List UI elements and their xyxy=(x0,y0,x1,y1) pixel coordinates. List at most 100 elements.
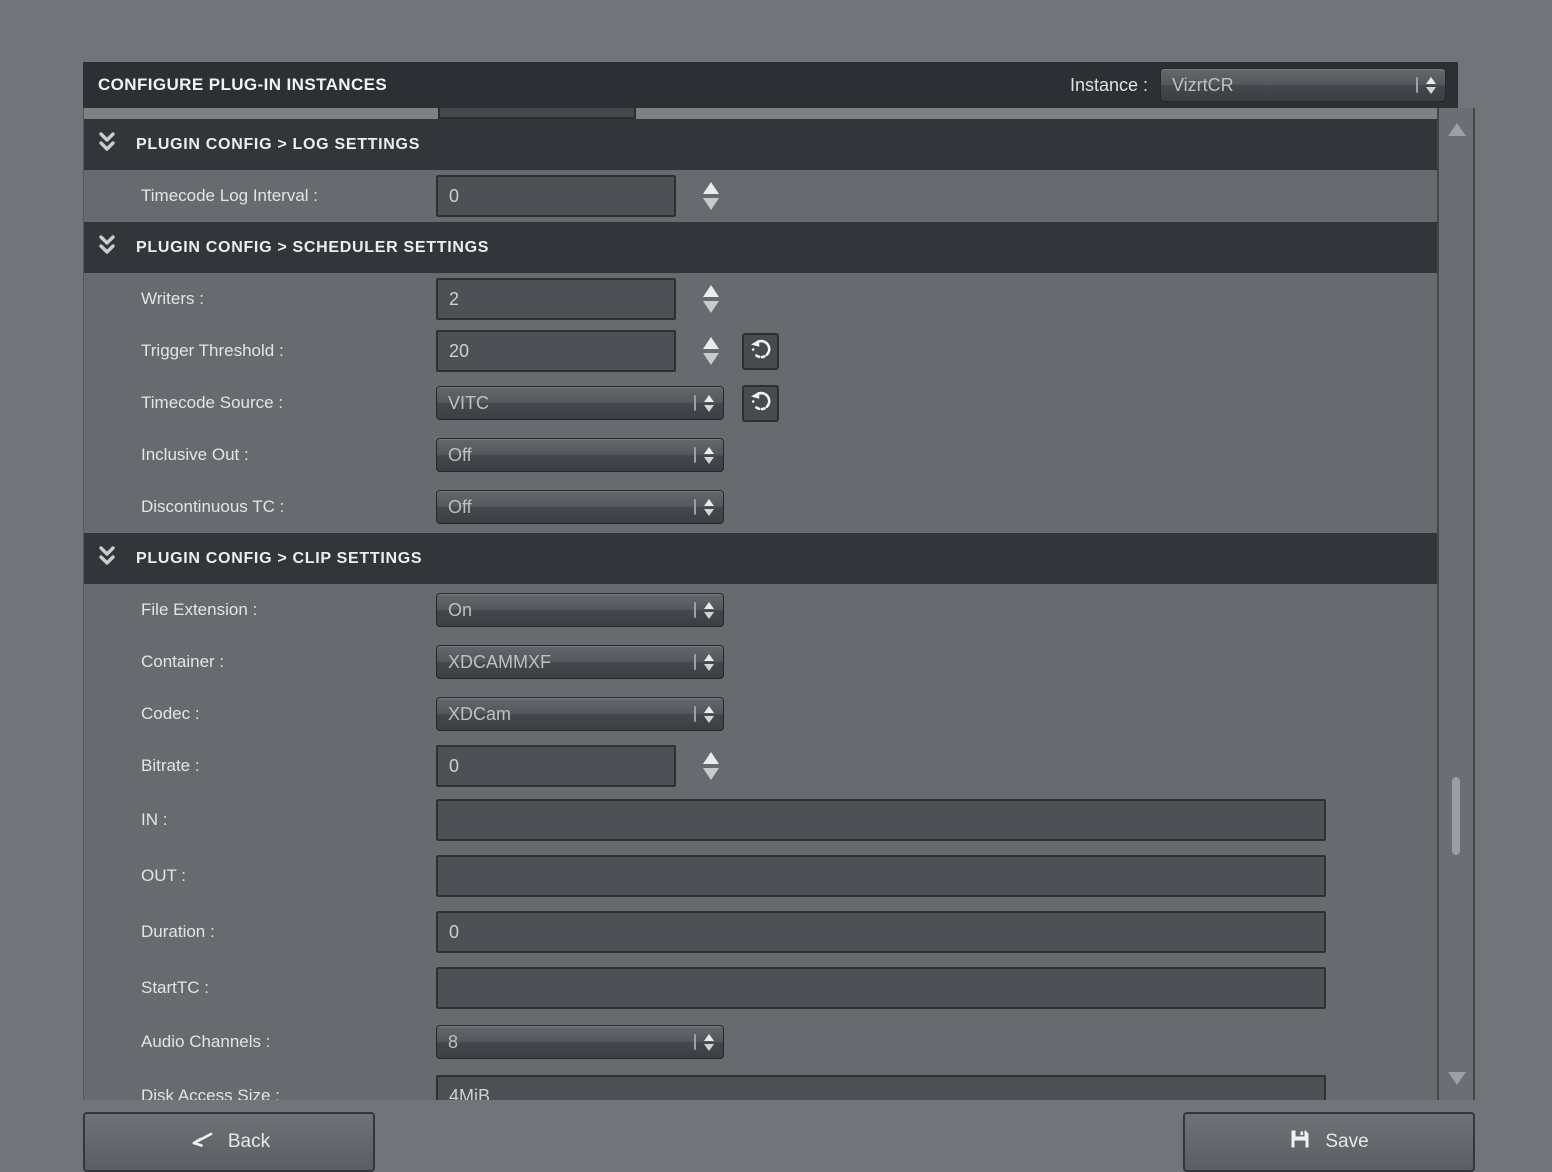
reset-icon xyxy=(748,337,774,366)
input-value: 20 xyxy=(449,341,469,362)
field-label: Discontinuous TC : xyxy=(141,497,436,517)
dropdown-value: XDCam xyxy=(448,704,511,725)
dropdown-separator xyxy=(1416,77,1418,93)
spinner-arrows xyxy=(703,752,719,780)
field-row: StartTC : xyxy=(84,960,1438,1016)
spinner-down-icon[interactable] xyxy=(703,353,719,365)
dropdown-arrows-icon[interactable] xyxy=(704,447,714,464)
dropdown-separator xyxy=(694,395,696,411)
titlebar: CONFIGURE PLUG-IN INSTANCES Instance : V… xyxy=(83,62,1458,108)
dropdown-arrows-icon[interactable] xyxy=(704,706,714,723)
reset-icon xyxy=(748,389,774,418)
text-input[interactable] xyxy=(436,799,1326,841)
scrollbar-down-icon[interactable] xyxy=(1448,1072,1466,1085)
spinner-arrows xyxy=(703,182,719,210)
collapse-chevron-icon xyxy=(95,233,119,262)
dropdown-arrows-icon[interactable] xyxy=(704,602,714,619)
dropdown-arrows-icon[interactable] xyxy=(704,499,714,516)
number-input[interactable]: 0 xyxy=(436,175,676,217)
scrollbar-up-icon[interactable] xyxy=(1448,123,1466,136)
input-value: 0 xyxy=(449,922,459,943)
dropdown-field[interactable]: On xyxy=(436,593,724,627)
dropdown-field[interactable]: XDCam xyxy=(436,697,724,731)
spinner-up-icon[interactable] xyxy=(703,337,719,349)
back-button[interactable]: Back xyxy=(83,1112,375,1172)
collapse-chevron-icon xyxy=(95,130,119,159)
dropdown-separator xyxy=(694,706,696,722)
dropdown-field[interactable]: 8 xyxy=(436,1025,724,1059)
field-row: Duration : 0 xyxy=(84,904,1438,960)
input-value: 2 xyxy=(449,289,459,310)
field-label: Timecode Source : xyxy=(141,393,436,413)
spinner-up-icon[interactable] xyxy=(703,285,719,297)
number-input[interactable]: 20 xyxy=(436,330,676,372)
field-label: Timecode Log Interval : xyxy=(141,186,436,206)
field-row: Discontinuous TC :Off xyxy=(84,481,1438,533)
field-row: Timecode Log Interval : 0 xyxy=(84,170,1438,222)
number-input[interactable]: 0 xyxy=(436,745,676,787)
dropdown-field[interactable]: VITC xyxy=(436,386,724,420)
instance-selector: Instance : VizrtCR xyxy=(1070,68,1446,102)
field-row: Timecode Source : VITC xyxy=(84,377,1438,429)
dropdown-separator xyxy=(694,654,696,670)
text-input[interactable] xyxy=(436,967,1326,1009)
field-row: Container :XDCAMMXF xyxy=(84,636,1438,688)
reset-button[interactable] xyxy=(742,333,779,370)
dropdown-field[interactable]: XDCAMMXF xyxy=(436,645,724,679)
dropdown-value: On xyxy=(448,600,472,621)
dropdown-field[interactable]: Off xyxy=(436,438,724,472)
number-input[interactable]: 2 xyxy=(436,278,676,320)
field-label: IN : xyxy=(141,810,436,830)
dropdown-arrows-icon[interactable] xyxy=(704,654,714,671)
field-row: Bitrate :0 xyxy=(84,740,1438,792)
spinner-down-icon[interactable] xyxy=(703,301,719,313)
dropdown-separator xyxy=(694,602,696,618)
field-row: Codec : XDCam xyxy=(84,688,1438,740)
save-button-label: Save xyxy=(1325,1131,1368,1153)
spinner-up-icon[interactable] xyxy=(703,752,719,764)
scrollbar-thumb[interactable] xyxy=(1452,777,1460,855)
section-header[interactable]: PLUGIN CONFIG > SCHEDULER SETTINGS xyxy=(84,222,1438,273)
field-label: Disk Access Size : xyxy=(141,1086,436,1100)
dropdown-separator xyxy=(694,447,696,463)
input-value: 4MiB xyxy=(449,1086,490,1101)
field-label: Duration : xyxy=(141,922,436,942)
spinner-down-icon[interactable] xyxy=(703,198,719,210)
spinner-down-icon[interactable] xyxy=(703,768,719,780)
reset-button[interactable] xyxy=(742,385,779,422)
page-title: CONFIGURE PLUG-IN INSTANCES xyxy=(98,75,387,95)
section-header[interactable]: PLUGIN CONFIG > CLIP SETTINGS xyxy=(84,533,1438,584)
instance-value: VizrtCR xyxy=(1172,75,1234,96)
dropdown-value: Off xyxy=(448,445,472,466)
field-row: OUT : xyxy=(84,848,1438,904)
field-row: Writers :2 xyxy=(84,273,1438,325)
dropdown-arrows-icon[interactable] xyxy=(1426,77,1436,94)
dropdown-separator xyxy=(694,1034,696,1050)
dropdown-arrows-icon[interactable] xyxy=(704,1034,714,1051)
spinner-arrows xyxy=(703,285,719,313)
instance-label: Instance : xyxy=(1070,75,1148,96)
scroll-content: PLUGIN CONFIG > LOG SETTINGSTimecode Log… xyxy=(83,108,1438,1100)
vertical-scrollbar[interactable] xyxy=(1437,108,1475,1100)
clipped-input-bottom xyxy=(438,108,636,119)
field-label: Trigger Threshold : xyxy=(141,341,436,361)
field-label: OUT : xyxy=(141,866,436,886)
instance-dropdown[interactable]: VizrtCR xyxy=(1160,68,1446,102)
spinner-up-icon[interactable] xyxy=(703,182,719,194)
save-button[interactable]: Save xyxy=(1183,1112,1475,1172)
back-arrow-icon xyxy=(188,1130,214,1154)
text-input[interactable]: 4MiB xyxy=(436,1075,1326,1100)
field-row: Trigger Threshold : 20 xyxy=(84,325,1438,377)
text-input[interactable] xyxy=(436,855,1326,897)
input-value: 0 xyxy=(449,186,459,207)
dropdown-field[interactable]: Off xyxy=(436,490,724,524)
section-header[interactable]: PLUGIN CONFIG > LOG SETTINGS xyxy=(84,119,1438,170)
dropdown-arrows-icon[interactable] xyxy=(704,395,714,412)
dropdown-value: VITC xyxy=(448,393,489,414)
field-label: Container : xyxy=(141,652,436,672)
field-label: Codec : xyxy=(141,704,436,724)
back-button-label: Back xyxy=(228,1131,270,1153)
text-input[interactable]: 0 xyxy=(436,911,1326,953)
spinner-arrows xyxy=(703,337,719,365)
field-row: Audio Channels :8 xyxy=(84,1016,1438,1068)
